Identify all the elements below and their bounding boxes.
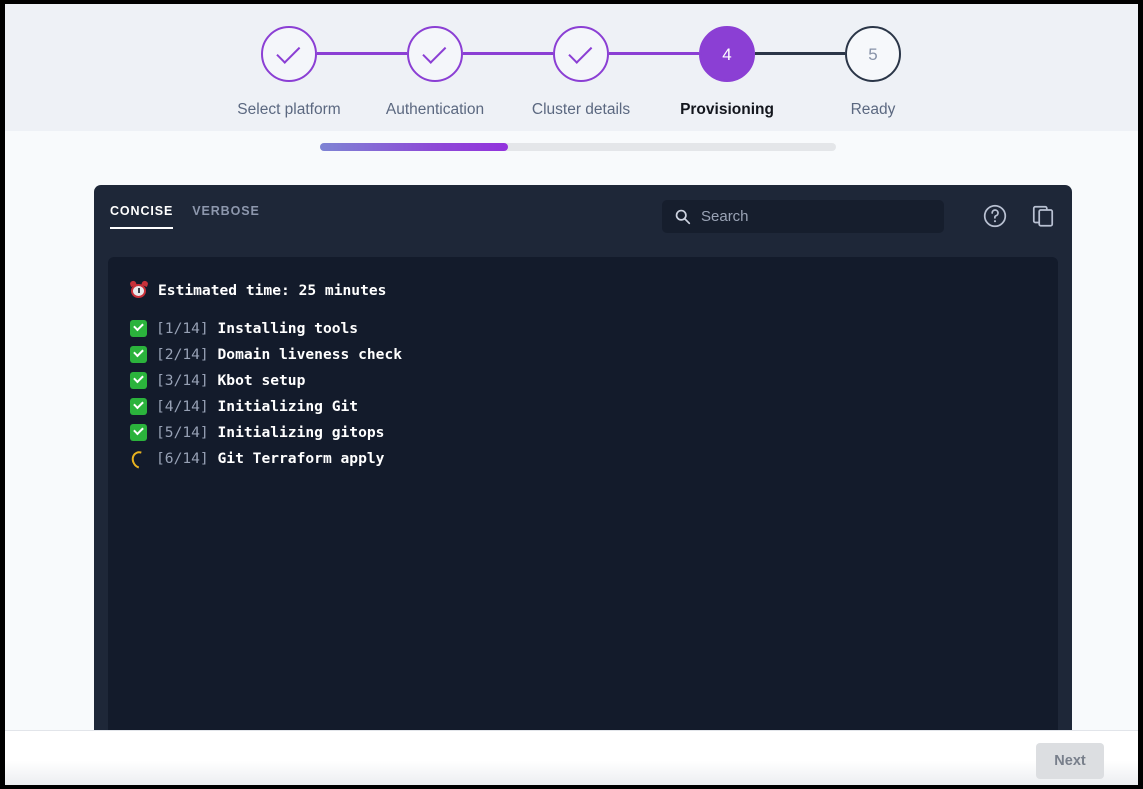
progress-bar-fill (320, 143, 509, 151)
log-text: Initializing gitops (217, 423, 385, 441)
log-counter: [6/14] (156, 449, 218, 467)
stepper: Select platform Authentication Cluster det… (5, 4, 1138, 131)
app-window: Select platform Authentication Cluster det… (0, 0, 1143, 789)
stepper-circle-2 (407, 26, 463, 82)
stepper-label-5: Ready (850, 101, 896, 118)
log-text: Git Terraform apply (217, 449, 385, 467)
stepper-connector-2 (463, 52, 553, 55)
log-text: Kbot setup (217, 371, 306, 389)
log-text: Domain liveness check (217, 345, 403, 363)
log-counter: [4/14] (156, 397, 218, 415)
help-icon[interactable] (982, 203, 1008, 229)
log-heading-line: Estimated time: 25 minutes (129, 277, 1036, 303)
stepper-step-3[interactable]: Cluster details (501, 26, 661, 119)
stepper-circle-1 (261, 26, 317, 82)
log-spacer (130, 303, 1036, 315)
next-button[interactable]: Next (1036, 743, 1104, 779)
log-line: [4/14] Initializing Git (130, 393, 1036, 419)
stepper-label-1: Select platform (237, 101, 341, 118)
search-icon (674, 208, 691, 225)
green-check-icon (130, 345, 147, 363)
console-tabs: CONCISE VERBOSE (110, 204, 260, 229)
stepper-number-4: 4 (722, 44, 732, 64)
progress-bar-track (320, 143, 836, 151)
green-check-icon (130, 319, 147, 337)
check-icon (276, 39, 301, 64)
stepper-step-4[interactable]: 4 Provisioning (647, 26, 807, 119)
stepper-header: Select platform Authentication Cluster det… (5, 4, 1138, 131)
stepper-step-2[interactable]: Authentication (355, 26, 515, 119)
log-counter: [3/14] (156, 371, 218, 389)
log-line: [5/14] Initializing gitops (130, 419, 1036, 445)
stepper-label-3: Cluster details (531, 101, 631, 118)
log-counter: [5/14] (156, 423, 218, 441)
console-toolbar: CONCISE VERBOSE (94, 185, 1072, 257)
search-box[interactable] (662, 200, 944, 233)
console-panel: CONCISE VERBOSE Search Estimated time: 2… (94, 185, 1072, 730)
log-line: [3/14] Kbot setup (130, 367, 1036, 393)
stepper-circle-4: 4 (699, 26, 755, 82)
log-line: [2/14] Domain liveness check (130, 341, 1036, 367)
tab-verbose[interactable]: VERBOSE (192, 204, 259, 227)
stepper-number-5: 5 (868, 44, 878, 64)
spinner-icon (130, 450, 147, 467)
footer-bar: Next (5, 730, 1138, 785)
copy-icon[interactable] (1030, 203, 1056, 229)
log-lines: [1/14] Installing tools [2/14] Domain liv… (130, 315, 1036, 471)
stepper-connector-3 (609, 52, 699, 55)
stepper-label-2: Authentication (385, 101, 485, 118)
tab-concise[interactable]: CONCISE (110, 204, 174, 229)
check-icon (568, 39, 593, 64)
stepper-step-1[interactable]: Select platform (209, 26, 369, 119)
check-icon (422, 39, 447, 64)
green-check-icon (130, 397, 147, 415)
stepper-circle-5: 5 (845, 26, 901, 82)
stepper-step-5[interactable]: 5 Ready (793, 26, 953, 119)
stepper-label-4: Provisioning (680, 101, 774, 118)
log-text: Installing tools (217, 319, 359, 337)
stepper-circle-3 (553, 26, 609, 82)
search-input[interactable] (701, 208, 931, 225)
log-text: Initializing Git (217, 397, 359, 415)
log-line: [6/14] Git Terraform apply (130, 445, 1036, 471)
alarm-clock-icon (129, 280, 149, 299)
green-check-icon (130, 423, 147, 441)
stepper-connector-4 (755, 52, 845, 55)
console-log-area: Estimated time: 25 minutes [1/14] Instal… (108, 257, 1058, 730)
estimated-time-text: Estimated time: 25 minutes (158, 281, 387, 299)
stepper-connector-1 (317, 52, 407, 55)
log-line: [1/14] Installing tools (130, 315, 1036, 341)
green-check-icon (130, 371, 147, 389)
body-area: CONCISE VERBOSE Search Estimated time: 2… (5, 131, 1138, 785)
